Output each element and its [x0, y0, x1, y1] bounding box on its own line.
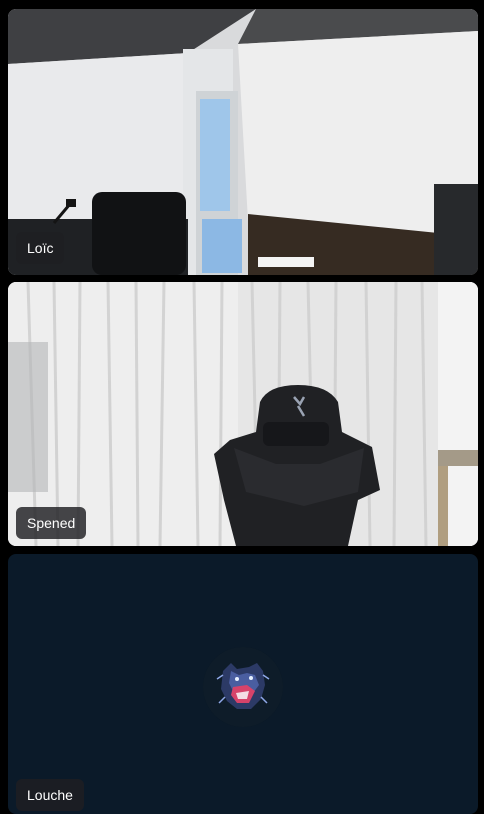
- bear-icon: [203, 647, 283, 727]
- participant-name: Louche: [16, 779, 84, 811]
- participant-name: Spened: [16, 507, 87, 539]
- participant-name: Loïc: [16, 232, 65, 264]
- video-tile-loic[interactable]: Loïc: [8, 9, 478, 275]
- video-tile-louche[interactable]: Louche: [8, 554, 478, 814]
- camera-feed: [8, 9, 478, 275]
- video-tile-spened[interactable]: Spened: [8, 282, 478, 546]
